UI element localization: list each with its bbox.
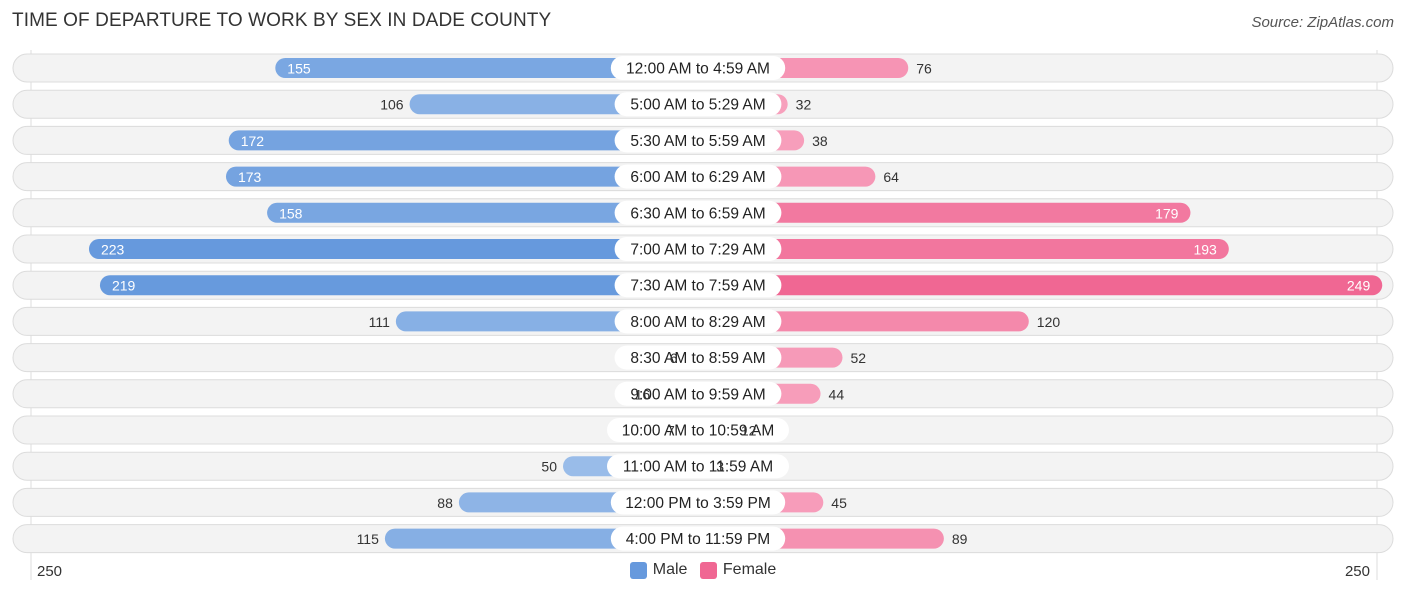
chart-svg: 12:00 AM to 4:59 AM155 765:00 AM to 5:29 … (12, 50, 1394, 580)
category-label: 8:30 AM to 8:59 AM (630, 350, 765, 367)
female-bar (700, 275, 1383, 296)
legend-swatch-male (629, 561, 647, 579)
legend-item-male: Male (629, 561, 688, 579)
legend-label-male: Male (652, 561, 688, 578)
female-value-label: 179 (1155, 205, 1179, 221)
male-value-label: 6 (670, 350, 678, 366)
legend-label-female: Female (722, 561, 777, 578)
male-value-label: 7 (667, 423, 675, 439)
female-value-label: 64 (883, 169, 899, 185)
female-value-label: 76 (916, 61, 932, 77)
legend-swatch-female (699, 561, 717, 579)
female-value-label: 120 (1037, 314, 1061, 330)
male-value-label: 106 (380, 97, 404, 113)
male-value-label: 173 (238, 169, 262, 185)
female-value-label: 52 (850, 350, 866, 366)
male-value-label: 88 (437, 495, 453, 511)
female-value-label: 38 (812, 133, 828, 149)
category-label: 7:00 AM to 7:29 AM (630, 242, 765, 259)
female-value-label: 32 (796, 97, 812, 113)
legend-item-female: Female (699, 561, 777, 579)
female-value-label: 12 (741, 423, 757, 439)
category-label: 5:00 AM to 5:29 AM (630, 97, 765, 114)
category-label: 8:00 AM to 8:29 AM (630, 314, 765, 331)
legend: Male Female (0, 561, 1406, 584)
female-value-label: 193 (1193, 242, 1217, 258)
female-value-label: 3 (716, 459, 724, 475)
male-value-label: 223 (101, 242, 125, 258)
male-value-label: 50 (541, 459, 557, 475)
male-value-label: 219 (112, 278, 136, 294)
female-value-label: 249 (1347, 278, 1371, 294)
male-value-label: 158 (279, 205, 303, 221)
category-label: 12:00 AM to 4:59 AM (626, 61, 770, 78)
category-label: 11:00 AM to 11:59 AM (623, 459, 773, 476)
female-value-label: 45 (831, 495, 847, 511)
female-value-label: 44 (829, 386, 845, 402)
category-label: 5:30 AM to 5:59 AM (630, 133, 765, 150)
male-bar (99, 275, 700, 296)
category-label: 6:30 AM to 6:59 AM (630, 205, 765, 222)
category-label: 7:30 AM to 7:59 AM (630, 278, 765, 295)
male-value-label: 172 (241, 133, 265, 149)
category-label: 12:00 PM to 3:59 PM (625, 495, 771, 512)
male-value-label: 16 (635, 386, 651, 402)
category-label: 4:00 PM to 11:59 PM (626, 531, 770, 548)
male-value-label: 115 (357, 531, 380, 547)
category-label: 6:00 AM to 6:29 AM (630, 169, 765, 186)
male-value-label: 155 (287, 61, 311, 77)
male-value-label: 111 (369, 314, 390, 330)
category-label: 9:00 AM to 9:59 AM (630, 386, 765, 403)
female-value-label: 89 (952, 531, 968, 547)
male-bar (88, 239, 701, 259)
